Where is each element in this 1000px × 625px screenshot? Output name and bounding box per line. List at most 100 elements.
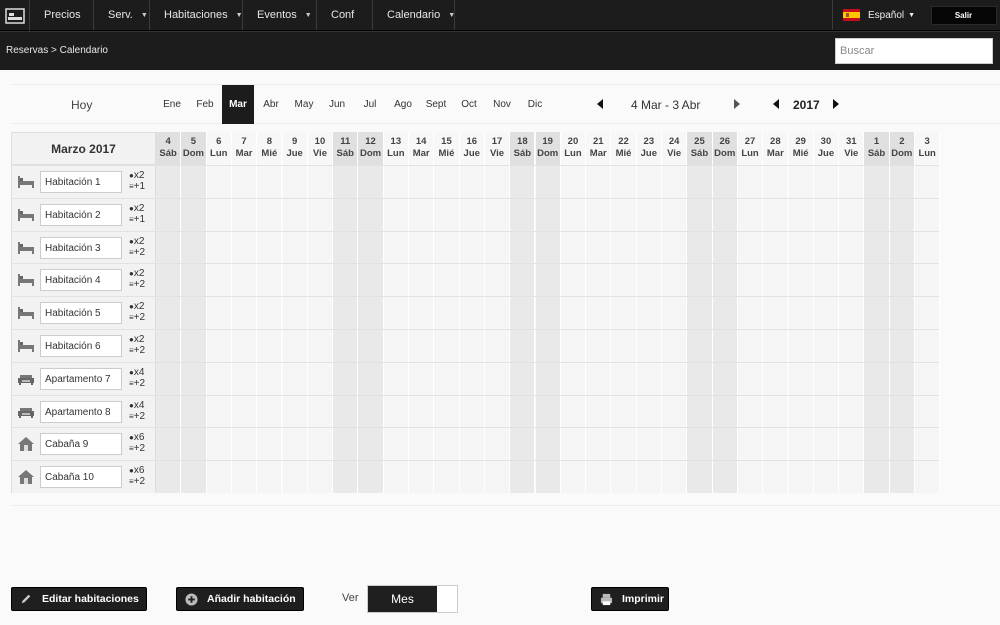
calendar-cell[interactable]	[611, 428, 637, 461]
calendar-cell[interactable]	[611, 231, 637, 264]
calendar-cell[interactable]	[257, 362, 283, 395]
calendar-cell[interactable]	[636, 264, 662, 297]
calendar-cell[interactable]	[535, 231, 561, 264]
calendar-cell[interactable]	[510, 231, 536, 264]
edit-rooms-button[interactable]: Editar habitaciones	[11, 587, 147, 611]
calendar-cell[interactable]	[358, 297, 384, 330]
calendar-cell[interactable]	[586, 198, 612, 231]
calendar-cell[interactable]	[763, 198, 789, 231]
nav-item-2[interactable]: Habitaciones ▼	[150, 0, 243, 30]
calendar-cell[interactable]	[459, 264, 485, 297]
calendar-cell[interactable]	[712, 395, 738, 428]
calendar-cell[interactable]	[156, 428, 182, 461]
calendar-cell[interactable]	[206, 231, 232, 264]
calendar-cell[interactable]	[586, 264, 612, 297]
calendar-cell[interactable]	[915, 428, 941, 461]
month-tab-10[interactable]: Nov	[486, 85, 518, 124]
calendar-cell[interactable]	[813, 395, 840, 428]
calendar-cell[interactable]	[889, 231, 915, 264]
calendar-cell[interactable]	[788, 428, 814, 461]
calendar-cell[interactable]	[586, 362, 612, 395]
calendar-cell[interactable]	[333, 166, 359, 198]
calendar-cell[interactable]	[636, 231, 662, 264]
calendar-cell[interactable]	[383, 428, 409, 461]
calendar-cell[interactable]	[560, 461, 587, 494]
calendar-cell[interactable]	[181, 330, 207, 362]
calendar-cell[interactable]	[839, 362, 865, 395]
calendar-cell[interactable]	[484, 395, 511, 428]
room-name-field[interactable]: Habitación 5	[40, 302, 122, 325]
calendar-cell[interactable]	[586, 428, 612, 461]
calendar-cell[interactable]	[611, 264, 637, 297]
calendar-cell[interactable]	[206, 362, 232, 395]
calendar-cell[interactable]	[409, 330, 435, 362]
calendar-cell[interactable]	[282, 428, 308, 461]
month-tab-6[interactable]: Jul	[354, 85, 386, 124]
calendar-cell[interactable]	[611, 362, 637, 395]
calendar-cell[interactable]	[358, 428, 384, 461]
calendar-cell[interactable]	[434, 231, 460, 264]
calendar-cell[interactable]	[484, 428, 511, 461]
calendar-cell[interactable]	[484, 264, 511, 297]
calendar-cell[interactable]	[434, 264, 460, 297]
search-input[interactable]: Buscar	[835, 38, 993, 64]
calendar-cell[interactable]	[788, 395, 814, 428]
calendar-cell[interactable]	[864, 428, 890, 461]
calendar-cell[interactable]	[586, 395, 612, 428]
calendar-cell[interactable]	[358, 231, 384, 264]
calendar-cell[interactable]	[560, 395, 587, 428]
calendar-cell[interactable]	[358, 166, 384, 198]
calendar-cell[interactable]	[282, 362, 308, 395]
add-room-button[interactable]: Añadir habitación	[176, 587, 304, 611]
calendar-cell[interactable]	[586, 231, 612, 264]
calendar-cell[interactable]	[662, 297, 688, 330]
calendar-cell[interactable]	[181, 461, 207, 494]
calendar-cell[interactable]	[864, 166, 890, 198]
calendar-cell[interactable]	[611, 166, 637, 198]
calendar-cell[interactable]	[282, 264, 308, 297]
calendar-cell[interactable]	[484, 231, 511, 264]
calendar-cell[interactable]	[763, 428, 789, 461]
month-tab-9[interactable]: Oct	[453, 85, 485, 124]
calendar-cell[interactable]	[307, 428, 334, 461]
calendar-cell[interactable]	[737, 264, 764, 297]
calendar-cell[interactable]	[839, 428, 865, 461]
calendar-cell[interactable]	[231, 428, 258, 461]
calendar-cell[interactable]	[737, 428, 764, 461]
calendar-cell[interactable]	[636, 395, 662, 428]
language-selector[interactable]: Español ▼	[832, 0, 927, 30]
calendar-cell[interactable]	[788, 330, 814, 362]
calendar-cell[interactable]	[889, 362, 915, 395]
calendar-cell[interactable]	[788, 231, 814, 264]
calendar-cell[interactable]	[662, 231, 688, 264]
calendar-cell[interactable]	[788, 297, 814, 330]
calendar-cell[interactable]	[712, 166, 738, 198]
print-button[interactable]: Imprimir	[591, 587, 669, 611]
calendar-cell[interactable]	[206, 395, 232, 428]
calendar-cell[interactable]	[763, 166, 789, 198]
calendar-cell[interactable]	[839, 461, 865, 494]
calendar-cell[interactable]	[864, 231, 890, 264]
calendar-cell[interactable]	[636, 330, 662, 362]
calendar-cell[interactable]	[535, 198, 561, 231]
calendar-cell[interactable]	[788, 264, 814, 297]
calendar-cell[interactable]	[813, 428, 840, 461]
calendar-cell[interactable]	[409, 297, 435, 330]
calendar-cell[interactable]	[535, 395, 561, 428]
calendar-cell[interactable]	[763, 461, 789, 494]
nav-item-4[interactable]: Conf	[317, 0, 373, 30]
calendar-cell[interactable]	[383, 330, 409, 362]
calendar-cell[interactable]	[915, 395, 941, 428]
month-tab-2[interactable]: Mar	[222, 85, 254, 124]
calendar-cell[interactable]	[307, 297, 334, 330]
calendar-cell[interactable]	[409, 428, 435, 461]
calendar-cell[interactable]	[484, 297, 511, 330]
calendar-cell[interactable]	[307, 231, 334, 264]
calendar-cell[interactable]	[257, 395, 283, 428]
prev-range-arrow-icon[interactable]	[597, 99, 603, 109]
calendar-cell[interactable]	[586, 330, 612, 362]
calendar-cell[interactable]	[662, 166, 688, 198]
calendar-cell[interactable]	[763, 330, 789, 362]
calendar-cell[interactable]	[181, 198, 207, 231]
calendar-cell[interactable]	[459, 166, 485, 198]
